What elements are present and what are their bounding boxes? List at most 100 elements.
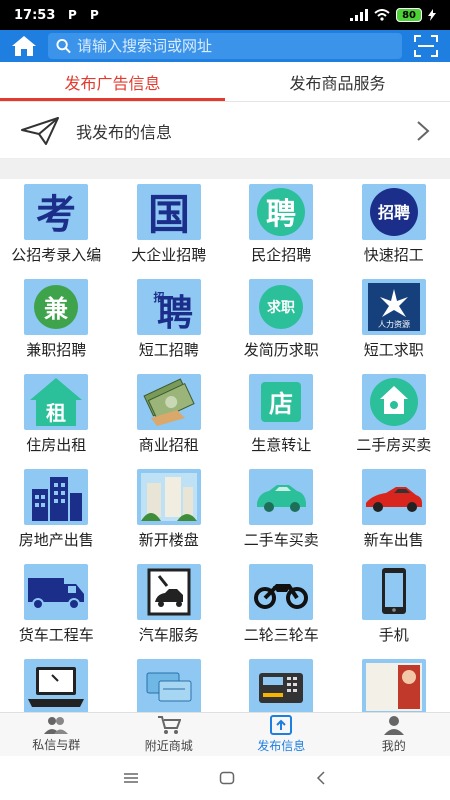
home-button[interactable] <box>0 30 48 62</box>
back-icon[interactable] <box>315 771 327 785</box>
scan-button[interactable] <box>402 30 450 62</box>
nav-label: 附近商城 <box>144 739 193 753</box>
laptop-icon <box>24 659 89 712</box>
category-item[interactable]: 招聘 快速招工 <box>338 182 450 277</box>
zhaopin2-icon: 招聘 <box>136 279 201 335</box>
svg-text:人力资源: 人力资源 <box>378 319 410 329</box>
category-label: 短工求职 <box>363 341 424 359</box>
parking-icon: P <box>89 8 99 22</box>
category-label: 新开楼盘 <box>138 531 199 549</box>
status-right: 80 <box>350 8 436 22</box>
poster-icon <box>361 659 426 712</box>
nav-publish-info[interactable]: 发布信息 <box>225 713 338 756</box>
category-label: 二手车买卖 <box>243 531 319 549</box>
pos-icon <box>249 659 314 712</box>
svg-text:聘: 聘 <box>157 293 193 334</box>
my-info-label: 我发布的信息 <box>76 122 173 142</box>
building-icon <box>24 469 89 525</box>
zhaopin-icon: 招聘 <box>361 184 426 240</box>
chevron-right-icon <box>417 120 430 141</box>
category-item[interactable]: 货车工程车 <box>0 562 113 657</box>
kao-icon: 考 <box>24 184 89 240</box>
category-item[interactable]: 房地产出售 <box>0 467 113 562</box>
category-item[interactable]: 人力资源 短工求职 <box>338 277 450 372</box>
svg-text:考: 考 <box>36 192 76 238</box>
svg-text:求职: 求职 <box>267 299 295 316</box>
category-item[interactable]: 考 公招考录入编 <box>0 182 113 277</box>
category-item[interactable]: 招聘 短工招聘 <box>113 277 226 372</box>
person-icon <box>383 716 404 735</box>
search-box[interactable] <box>48 33 402 59</box>
category-label: 二手房买卖 <box>356 436 432 454</box>
paper-plane-icon <box>21 116 59 145</box>
category-item[interactable]: 手机 <box>338 562 450 657</box>
status-time: 17:53 <box>14 7 56 23</box>
category-item[interactable]: 新开楼盘 <box>113 467 226 562</box>
truck-icon <box>24 564 89 620</box>
category-label: 大企业招聘 <box>131 246 207 264</box>
tab-publish-ads[interactable]: 发布广告信息 <box>0 62 225 101</box>
category-label: 公招考录入编 <box>11 246 102 264</box>
cards-icon <box>136 659 201 712</box>
sportscar-icon <box>361 469 426 525</box>
qiuzhi-icon: 求职 <box>249 279 314 335</box>
svg-text:店: 店 <box>269 390 293 418</box>
money-icon <box>136 374 201 430</box>
tab-bar: 发布广告信息 发布商品服务 <box>0 62 450 102</box>
nav-label: 私信与群 <box>32 738 81 752</box>
tab-publish-goods[interactable]: 发布商品服务 <box>225 62 450 101</box>
wifi-icon <box>374 9 390 21</box>
category-item[interactable]: 兼 兼职招聘 <box>0 277 113 372</box>
bottom-nav: 私信与群 附近商城 发布信息 我的 <box>0 712 450 756</box>
svg-text:租: 租 <box>46 401 66 425</box>
category-item[interactable] <box>0 657 113 712</box>
category-item[interactable]: 聘 民企招聘 <box>225 182 338 277</box>
nav-nearby-mall[interactable]: 附近商城 <box>113 713 226 756</box>
nav-label: 我的 <box>381 739 406 753</box>
app-header <box>0 30 450 62</box>
category-label: 汽车服务 <box>138 626 199 644</box>
svg-text:国: 国 <box>148 190 190 239</box>
search-input[interactable] <box>77 37 402 55</box>
category-label: 生意转让 <box>251 436 312 454</box>
svg-text:聘: 聘 <box>266 197 296 232</box>
search-icon <box>56 38 71 54</box>
category-item[interactable]: 店 生意转让 <box>225 372 338 467</box>
category-label: 民企招聘 <box>251 246 312 264</box>
category-item[interactable] <box>338 657 450 712</box>
home-icon <box>12 36 36 56</box>
scan-icon <box>414 35 438 57</box>
category-item[interactable]: 二手车买卖 <box>225 467 338 562</box>
category-label: 手机 <box>378 626 409 644</box>
home-nav-icon[interactable] <box>219 771 235 785</box>
my-published-info-row[interactable]: 我发布的信息 <box>0 103 450 159</box>
motorcycle-icon <box>249 564 314 620</box>
category-item[interactable]: 汽车服务 <box>113 562 226 657</box>
guo-icon: 国 <box>136 184 201 240</box>
category-item[interactable] <box>225 657 338 712</box>
category-item[interactable]: 二轮三轮车 <box>225 562 338 657</box>
category-label: 住房出租 <box>26 436 87 454</box>
category-item[interactable]: 商业招租 <box>113 372 226 467</box>
menu-icon[interactable] <box>123 772 139 784</box>
dian-icon: 店 <box>249 374 314 430</box>
phone-icon <box>361 564 426 620</box>
pin-icon: 聘 <box>249 184 314 240</box>
category-item[interactable]: 二手房买卖 <box>338 372 450 467</box>
cart-icon <box>157 716 181 734</box>
category-item[interactable]: 租 住房出租 <box>0 372 113 467</box>
charging-icon <box>428 9 436 21</box>
nav-label: 发布信息 <box>257 739 306 753</box>
category-item[interactable]: 国 大企业招聘 <box>113 182 226 277</box>
category-label: 商业招租 <box>138 436 199 454</box>
category-item[interactable] <box>113 657 226 712</box>
battery-icon: 80 <box>396 8 422 22</box>
category-label: 货车工程车 <box>18 626 94 644</box>
nav-messages[interactable]: 私信与群 <box>0 713 113 756</box>
category-item[interactable]: 求职 发简历求职 <box>225 277 338 372</box>
category-item[interactable]: 新车出售 <box>338 467 450 562</box>
parking-icon: P <box>67 8 77 22</box>
car-icon <box>249 469 314 525</box>
nav-mine[interactable]: 我的 <box>338 713 450 756</box>
svg-text:招聘: 招聘 <box>378 203 410 222</box>
